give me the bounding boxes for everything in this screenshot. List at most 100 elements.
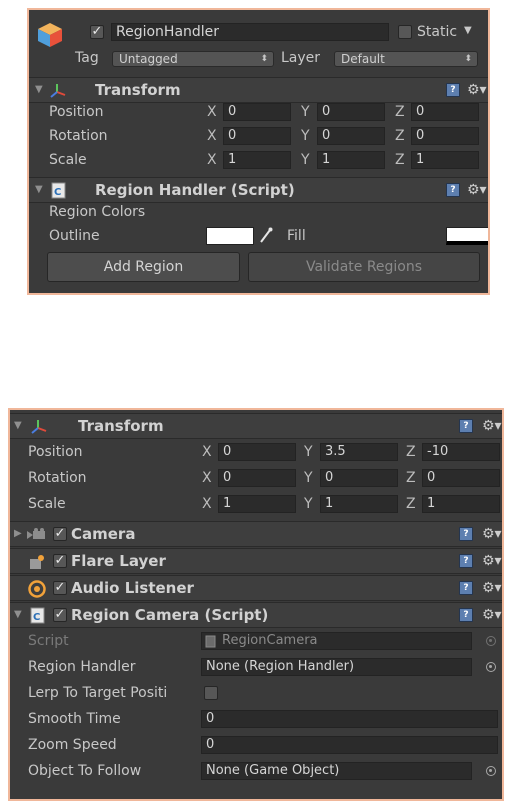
help-book-icon[interactable]: ?	[446, 183, 460, 197]
validate-regions-button[interactable]: Validate Regions	[248, 252, 480, 282]
audio-listener-enabled-checkbox[interactable]: ✓	[53, 581, 67, 595]
script-file-icon	[205, 635, 216, 648]
gear-icon[interactable]: ⚙▾	[467, 82, 487, 98]
scale-z-field[interactable]: 1	[411, 151, 479, 169]
help-book-icon[interactable]: ?	[446, 83, 460, 97]
gear-icon[interactable]: ⚙▾	[467, 182, 487, 198]
rotation-z-field[interactable]: 0	[411, 127, 479, 145]
add-region-button[interactable]: Add Region	[47, 252, 240, 282]
inspector-panel-region-handler: ✓ RegionHandler ✓ Static ▼ Tag Untagged ⬍…	[27, 8, 490, 295]
transform-title: Transform	[95, 81, 181, 99]
position-y-field[interactable]: 3.5	[320, 443, 398, 461]
audio-listener-header[interactable]: ✓ Audio Listener ? ⚙▾	[10, 575, 502, 601]
layer-label: Layer	[281, 50, 321, 66]
zoom-speed-field[interactable]: 0	[201, 736, 498, 754]
y-axis-label: Y	[304, 444, 313, 460]
scale-z-field[interactable]: 1	[422, 495, 500, 513]
gear-icon[interactable]: ⚙▾	[482, 607, 502, 623]
y-axis-label: Y	[304, 470, 313, 486]
transform-header[interactable]: ▼ Transform ? ⚙▾	[10, 413, 502, 439]
help-book-icon[interactable]: ?	[459, 419, 473, 433]
script-field: RegionCamera	[201, 632, 472, 650]
object-name-field[interactable]: RegionHandler	[111, 23, 389, 41]
scale-label: Scale	[28, 496, 66, 512]
static-checkbox[interactable]: ✓	[398, 25, 412, 39]
x-axis-label: X	[202, 470, 212, 486]
help-book-icon[interactable]: ?	[459, 527, 473, 541]
region-handler-field[interactable]: None (Region Handler)	[201, 658, 472, 676]
z-axis-label: Z	[395, 152, 405, 168]
position-z-field[interactable]: 0	[411, 103, 479, 121]
tag-dropdown[interactable]: Untagged ⬍	[112, 51, 274, 67]
help-book-icon[interactable]: ?	[459, 608, 473, 622]
rotation-label: Rotation	[49, 128, 108, 144]
gear-icon[interactable]: ⚙▾	[482, 580, 502, 596]
scale-y-field[interactable]: 1	[320, 495, 398, 513]
rotation-x-field[interactable]: 0	[218, 469, 296, 487]
region-camera-header[interactable]: ▼ C ✓ Region Camera (Script) ? ⚙▾	[10, 602, 502, 628]
x-axis-label: X	[202, 444, 212, 460]
outline-color-swatch[interactable]	[206, 227, 254, 245]
static-dropdown-arrow-icon[interactable]: ▼	[464, 22, 472, 40]
foldout-arrow-icon[interactable]: ▼	[35, 178, 43, 202]
layer-dropdown[interactable]: Default ⬍	[334, 51, 478, 67]
gear-icon[interactable]: ⚙▾	[482, 418, 502, 434]
rotation-y-field[interactable]: 0	[317, 127, 385, 145]
z-axis-label: Z	[395, 104, 405, 120]
foldout-arrow-icon[interactable]: ▶	[14, 522, 22, 546]
region-handler-title: Region Handler (Script)	[95, 181, 295, 199]
gear-icon[interactable]: ⚙▾	[482, 553, 502, 569]
scale-y-field[interactable]: 1	[317, 151, 385, 169]
rotation-z-field[interactable]: 0	[422, 469, 500, 487]
region-handler-header[interactable]: ▼ C Region Handler (Script) ? ⚙▾	[29, 177, 488, 203]
object-picker-icon[interactable]	[486, 662, 496, 672]
z-axis-label: Z	[406, 470, 416, 486]
foldout-arrow-icon[interactable]: ▼	[35, 78, 43, 102]
position-z-field[interactable]: -10	[422, 443, 500, 461]
region-colors-label: Region Colors	[49, 204, 146, 220]
camera-header[interactable]: ▶ ✓ Camera ? ⚙▾	[10, 521, 502, 547]
object-picker-icon[interactable]	[486, 766, 496, 776]
help-book-icon[interactable]: ?	[459, 581, 473, 595]
flare-layer-enabled-checkbox[interactable]: ✓	[53, 554, 67, 568]
help-book-icon[interactable]: ?	[459, 554, 473, 568]
smooth-time-label: Smooth Time	[28, 711, 121, 727]
layer-value: Default	[341, 52, 385, 66]
gameobject-cube-icon	[38, 23, 62, 47]
scale-x-field[interactable]: 1	[218, 495, 296, 513]
fill-color-swatch[interactable]	[446, 227, 488, 245]
gear-icon[interactable]: ⚙▾	[482, 526, 502, 542]
position-y-field[interactable]: 0	[317, 103, 385, 121]
position-label: Position	[49, 104, 104, 120]
region-handler-field-label: Region Handler	[28, 659, 136, 675]
static-label: Static	[417, 24, 458, 40]
active-checkbox[interactable]: ✓	[90, 25, 104, 39]
outline-label: Outline	[49, 228, 100, 244]
scale-x-field[interactable]: 1	[223, 151, 291, 169]
flare-layer-header[interactable]: ✓ Flare Layer ? ⚙▾	[10, 548, 502, 574]
object-picker-icon	[486, 636, 496, 646]
x-axis-label: X	[202, 496, 212, 512]
x-axis-label: X	[207, 128, 217, 144]
flare-layer-icon	[30, 555, 44, 569]
foldout-arrow-icon[interactable]: ▼	[14, 414, 22, 438]
transform-header[interactable]: ▼ Transform ? ⚙▾	[29, 77, 488, 103]
rotation-label: Rotation	[28, 470, 87, 486]
rotation-y-field[interactable]: 0	[320, 469, 398, 487]
region-camera-enabled-checkbox[interactable]: ✓	[53, 608, 67, 622]
y-axis-label: Y	[301, 104, 310, 120]
object-to-follow-field[interactable]: None (Game Object)	[201, 762, 472, 780]
zoom-speed-label: Zoom Speed	[28, 737, 117, 753]
csharp-script-icon: C	[30, 607, 45, 624]
region-camera-title: Region Camera (Script)	[71, 606, 269, 624]
foldout-arrow-icon[interactable]: ▼	[14, 603, 22, 627]
eyedropper-icon[interactable]	[259, 226, 273, 244]
rotation-x-field[interactable]: 0	[223, 127, 291, 145]
smooth-time-field[interactable]: 0	[201, 710, 498, 728]
camera-enabled-checkbox[interactable]: ✓	[53, 527, 67, 541]
position-label: Position	[28, 444, 83, 460]
position-x-field[interactable]: 0	[223, 103, 291, 121]
fill-label: Fill	[287, 228, 306, 244]
lerp-checkbox[interactable]: ✓	[204, 686, 218, 700]
position-x-field[interactable]: 0	[218, 443, 296, 461]
